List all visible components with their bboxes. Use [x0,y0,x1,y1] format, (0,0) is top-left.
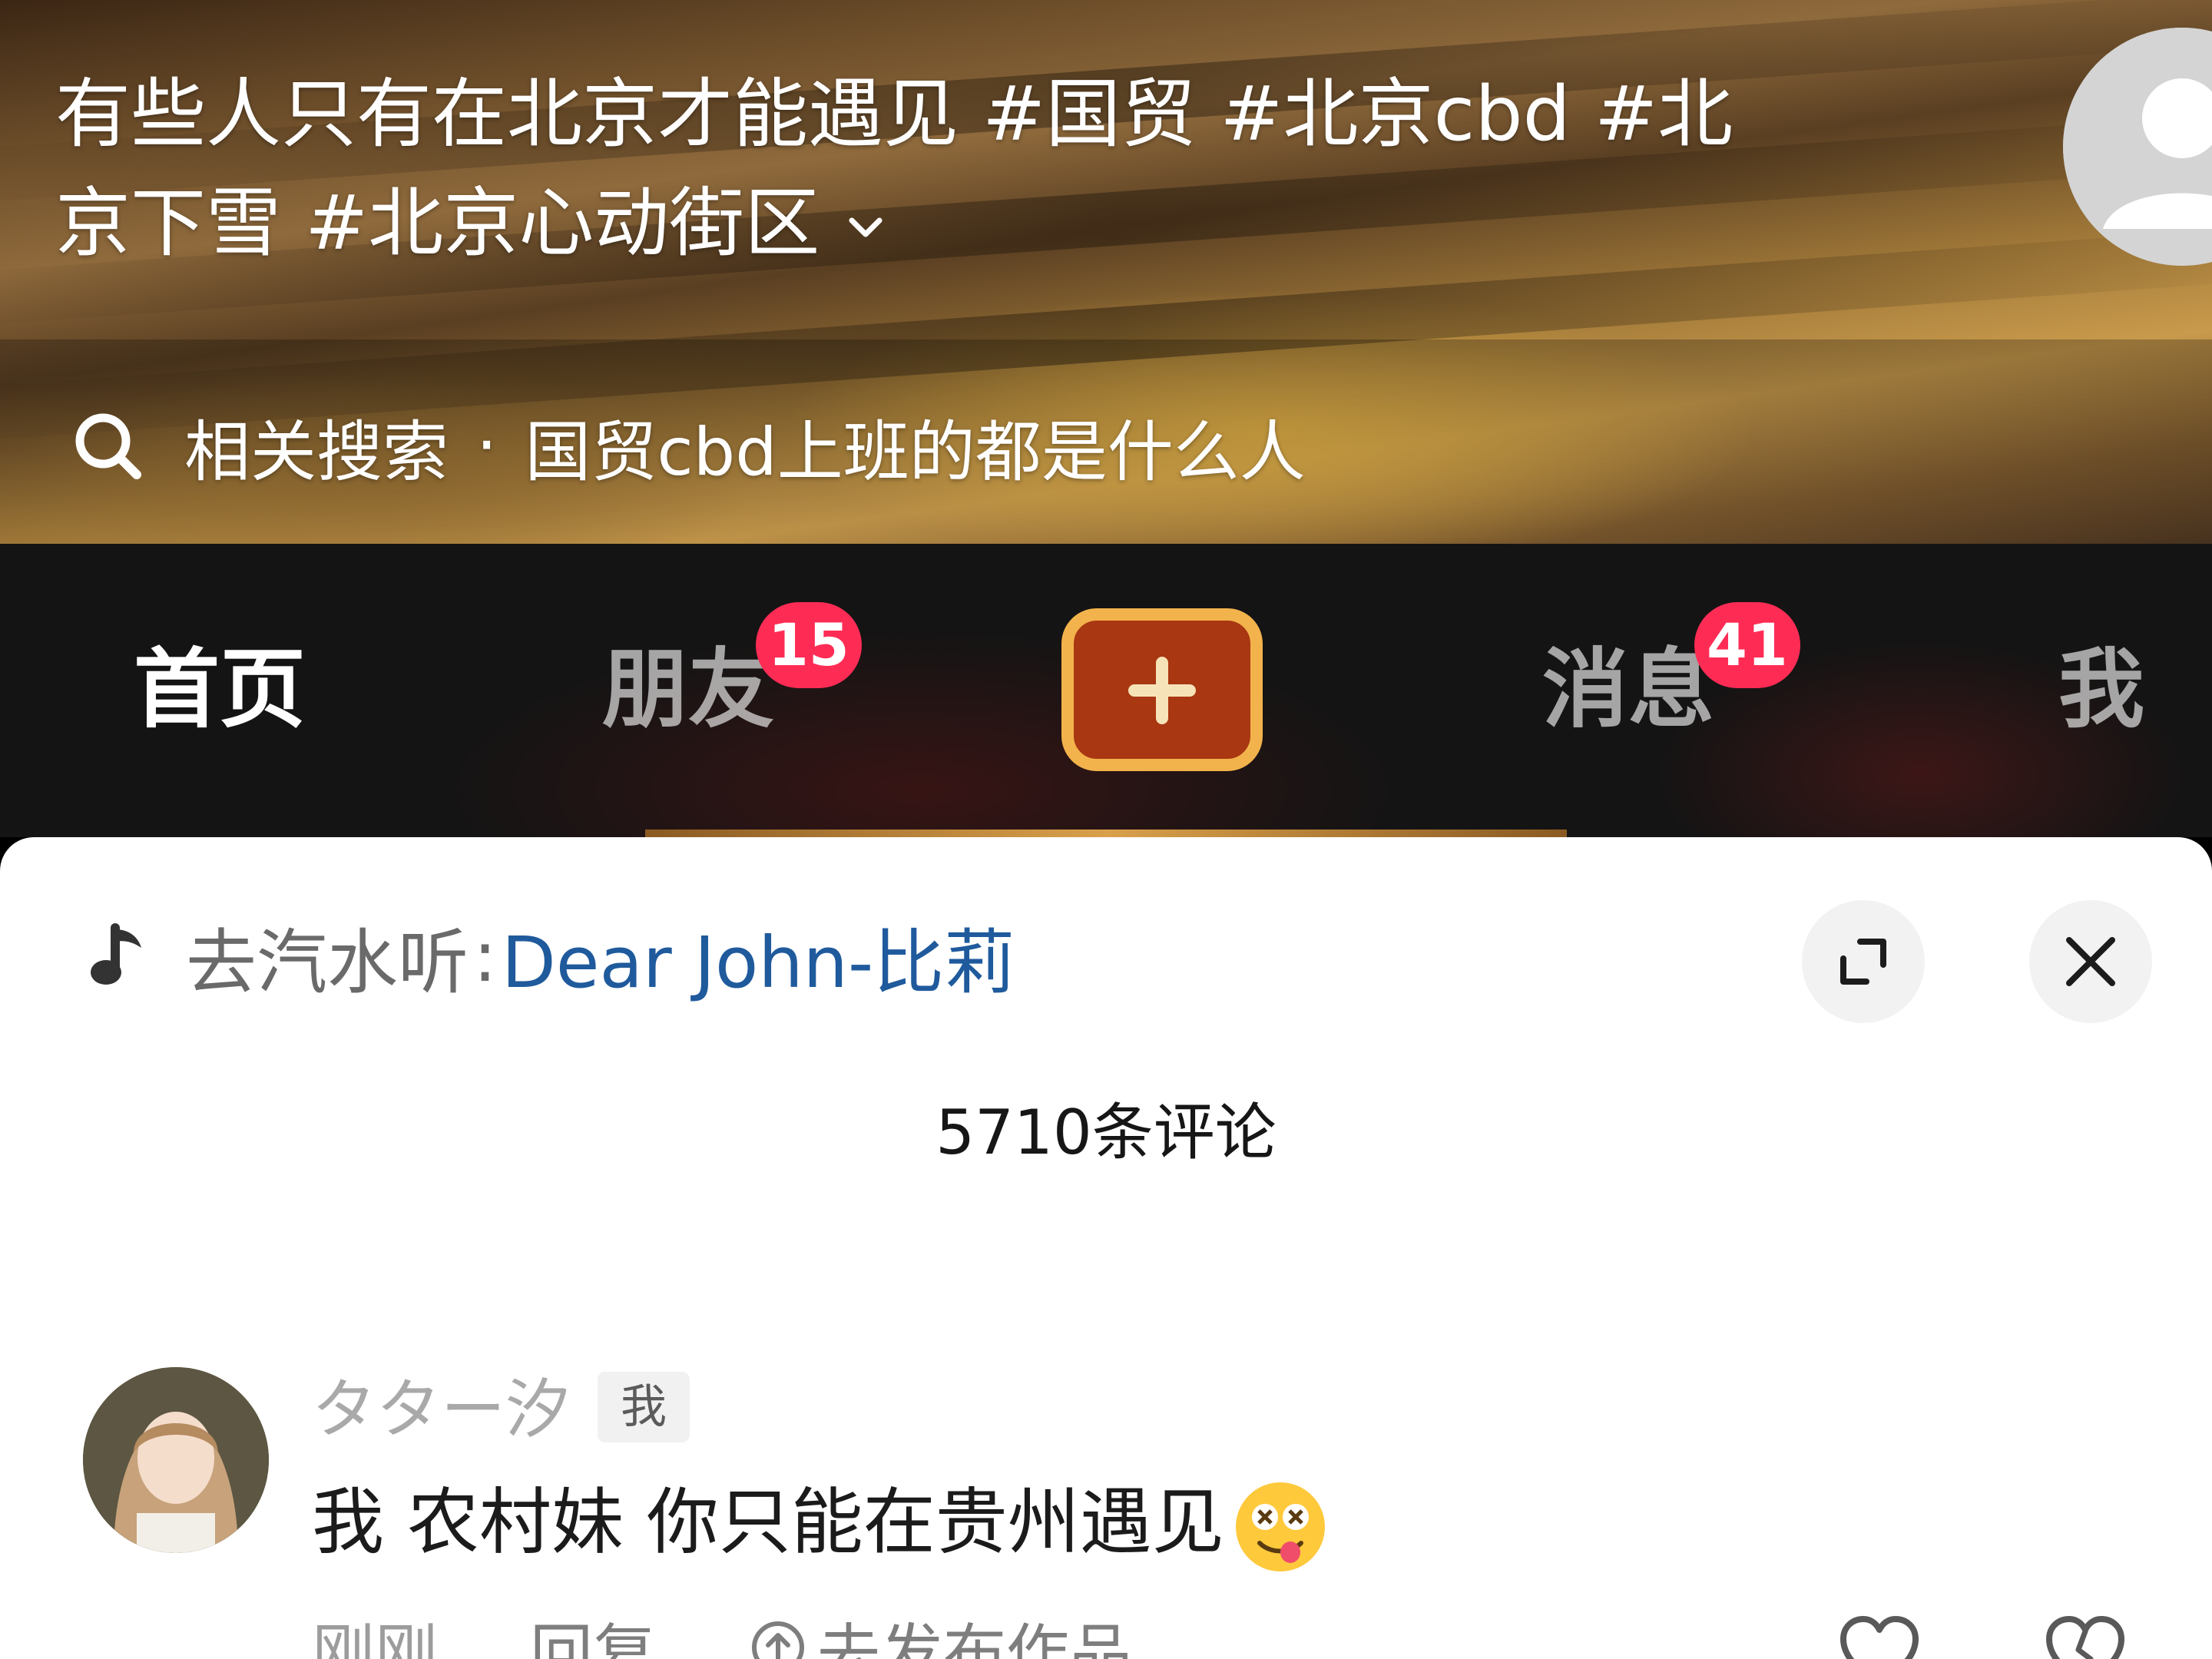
music-colon: : [473,915,498,998]
bottom-tab-bar: 首页 朋友 15 消息 41 我 [0,544,2212,840]
close-button[interactable] [2029,900,2152,1023]
comment-count: 5710条评论 [935,1097,1277,1168]
comment-meta: 刚刚 回复 去发布作品 [312,1605,1132,1659]
commenter-username[interactable]: タター汐 [312,1367,570,1452]
messages-badge: 41 [1694,602,1800,688]
music-link[interactable]: 去汽水听 : Dear John-比莉 [84,914,1015,1004]
video-caption[interactable]: 有些人只有在北京才能遇见 #国贸 #北京cbd #北京下雪 #北京心动街区 [55,60,1791,278]
author-self-tag: 我 [598,1372,690,1442]
tab-home[interactable]: 首页 [134,636,306,743]
music-title[interactable]: Dear John-比莉 [502,906,1015,1008]
related-search-query: 国贸cbd上班的都是什么人 [525,413,1306,491]
comment-time: 刚刚 [312,1617,439,1659]
chevron-down-icon[interactable] [843,205,889,251]
music-note-icon [91,923,141,985]
friends-badge: 15 [756,602,862,688]
close-icon [2066,937,2115,986]
search-icon [75,413,141,479]
upload-arrow-icon [752,1621,805,1659]
reply-button[interactable]: 回复 [530,1602,656,1659]
expand-button[interactable] [1802,900,1925,1023]
video-caption-text: 有些人只有在北京才能遇见 #国贸 #北京cbd #北京下雪 #北京心动街区 [55,71,1734,267]
publish-work-button[interactable]: 去发布作品 [748,1602,1132,1659]
comment-body: 我 农村妹 你只能在贵州遇见 [312,1481,1224,1565]
avatar-photo [83,1367,269,1553]
comments-sheet: 去汽水听 : Dear John-比莉 5710条评论 タター汐 我 我 农村妹… [0,837,2212,1659]
create-button[interactable] [1061,608,1263,771]
related-search-label: 相关搜索 [184,413,449,491]
dizzy-tongue-emoji [1235,1482,1325,1572]
tab-me[interactable]: 我 [2058,636,2144,743]
tab-friends[interactable]: 朋友 [602,636,774,743]
expand-icon [1840,939,1886,985]
comment-item: タター汐 我 我 农村妹 你只能在贵州遇见 刚刚 回复 去发布作品 [0,1290,2212,1659]
app-screen: 有些人只有在北京才能遇见 #国贸 #北京cbd #北京下雪 #北京心动街区 相关… [0,0,2212,1659]
related-search-separator: · [476,407,498,484]
comment-text: 我 农村妹 你只能在贵州遇见 [312,1473,1330,1577]
broken-heart-icon[interactable] [2043,1611,2128,1659]
related-search[interactable]: 相关搜索 · 国贸cbd上班的都是什么人 [69,407,1306,491]
tab-messages[interactable]: 消息 [1542,636,1714,743]
music-prefix: 去汽水听 [186,921,469,1004]
commenter-avatar[interactable] [83,1367,269,1553]
plus-icon [1128,657,1196,724]
publish-work-label: 去发布作品 [817,1617,1133,1659]
heart-icon[interactable] [1837,1611,1922,1659]
